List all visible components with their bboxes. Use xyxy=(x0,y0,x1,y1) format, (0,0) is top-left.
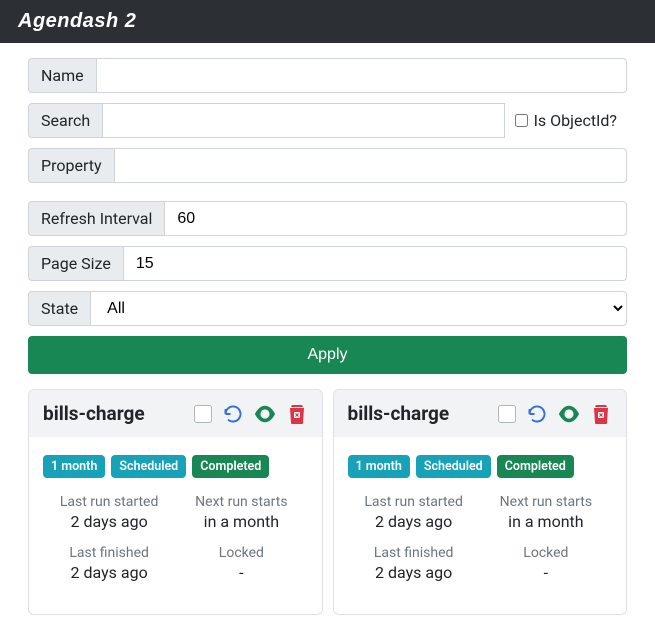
state-select[interactable]: All xyxy=(90,291,627,326)
card-body: 1 month Scheduled Completed Last run sta… xyxy=(29,437,322,614)
page-size-input[interactable] xyxy=(123,246,627,281)
card-header: bills-charge xyxy=(29,390,322,437)
is-objectid-label: Is ObjectId? xyxy=(534,111,617,130)
scheduled-badge: Scheduled xyxy=(416,455,491,478)
interval-badge: 1 month xyxy=(348,455,410,478)
name-group: Name xyxy=(28,58,627,93)
badges-row: 1 month Scheduled Completed xyxy=(348,455,613,478)
search-input[interactable] xyxy=(102,103,504,138)
stat-locked: Locked - xyxy=(175,545,307,582)
search-group: Search Is ObjectId? xyxy=(28,103,627,138)
app-header: Agendash 2 xyxy=(0,0,655,43)
delete-icon[interactable] xyxy=(286,403,308,425)
name-label: Name xyxy=(28,58,96,93)
property-label: Property xyxy=(28,148,114,183)
stat-last-finished: Last finished 2 days ago xyxy=(43,545,175,582)
card-header: bills-charge xyxy=(334,390,627,437)
requeue-icon[interactable] xyxy=(222,403,244,425)
apply-button[interactable]: Apply xyxy=(28,336,627,374)
view-icon[interactable] xyxy=(558,403,580,425)
job-card: bills-charge 1 month Scheduled Completed xyxy=(28,389,323,615)
requeue-icon[interactable] xyxy=(526,403,548,425)
is-objectid-checkbox[interactable] xyxy=(515,114,528,127)
cards-container: bills-charge 1 month Scheduled Completed xyxy=(28,389,627,615)
card-body: 1 month Scheduled Completed Last run sta… xyxy=(334,437,627,614)
job-card: bills-charge 1 month Scheduled Completed xyxy=(333,389,628,615)
scheduled-badge: Scheduled xyxy=(111,455,186,478)
refresh-interval-group: Refresh Interval xyxy=(28,201,627,236)
state-group: State All xyxy=(28,291,627,326)
content-area: Name Search Is ObjectId? Property Refres… xyxy=(0,43,655,635)
app-title: Agendash 2 xyxy=(18,10,136,32)
card-title: bills-charge xyxy=(348,402,489,425)
refresh-interval-label: Refresh Interval xyxy=(28,201,164,236)
page-size-group: Page Size xyxy=(28,246,627,281)
stat-last-run-started: Last run started 2 days ago xyxy=(348,494,480,531)
page-size-label: Page Size xyxy=(28,246,123,281)
refresh-interval-input[interactable] xyxy=(164,201,627,236)
completed-badge: Completed xyxy=(497,455,574,478)
stat-last-finished: Last finished 2 days ago xyxy=(348,545,480,582)
stat-next-run-starts: Next run starts in a month xyxy=(480,494,612,531)
view-icon[interactable] xyxy=(254,403,276,425)
property-input[interactable] xyxy=(114,148,627,183)
stat-locked: Locked - xyxy=(480,545,612,582)
state-label: State xyxy=(28,291,90,326)
interval-badge: 1 month xyxy=(43,455,105,478)
property-group: Property xyxy=(28,148,627,183)
completed-badge: Completed xyxy=(192,455,269,478)
search-label: Search xyxy=(28,103,102,138)
badges-row: 1 month Scheduled Completed xyxy=(43,455,308,478)
select-checkbox[interactable] xyxy=(498,405,516,423)
stat-next-run-starts: Next run starts in a month xyxy=(175,494,307,531)
delete-icon[interactable] xyxy=(590,403,612,425)
select-checkbox[interactable] xyxy=(194,405,212,423)
name-input[interactable] xyxy=(96,58,627,93)
stat-last-run-started: Last run started 2 days ago xyxy=(43,494,175,531)
card-title: bills-charge xyxy=(43,402,184,425)
